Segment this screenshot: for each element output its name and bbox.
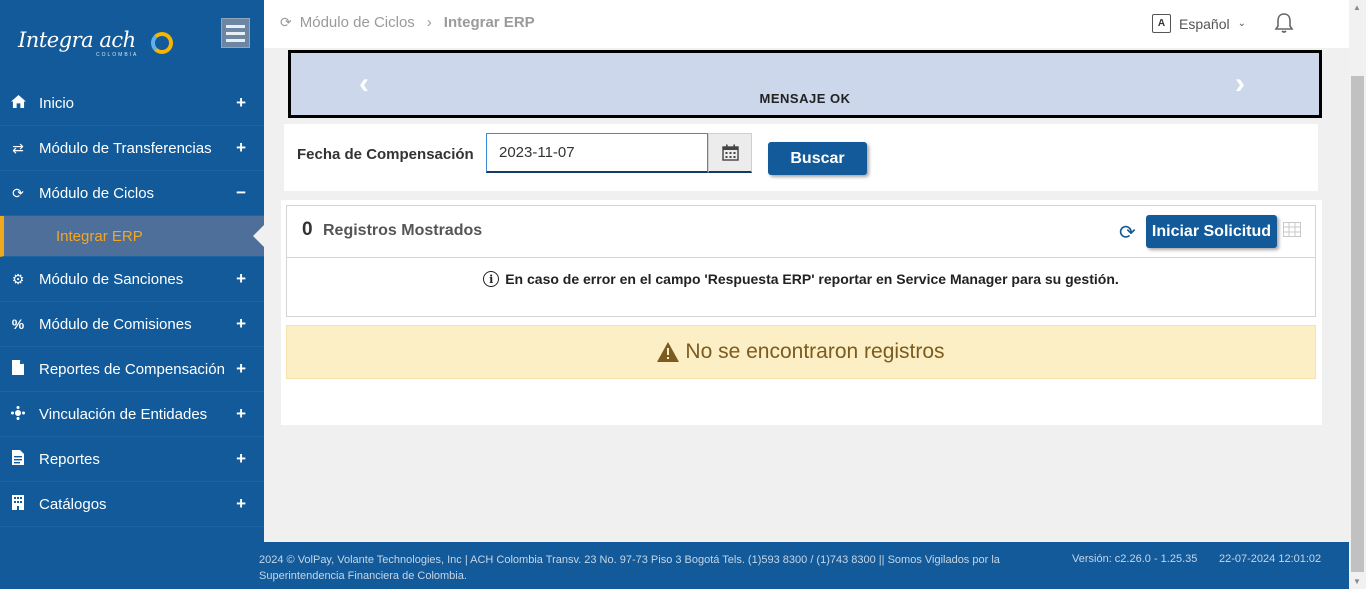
gear-icon: ⚙ — [11, 270, 25, 287]
sidebar-item-sanciones[interactable]: ⚙ Módulo de Sanciones + — [0, 257, 264, 302]
sidebar: Integra ach COLOMBIA Inicio + ⇄ Módulo d… — [0, 0, 264, 542]
carousel-next-icon[interactable]: › — [1235, 67, 1245, 101]
top-bar: ⟳ Módulo de Ciclos › Integrar ERP A Espa… — [264, 0, 1349, 48]
info-section: i En caso de error en el campo 'Respuest… — [286, 257, 1316, 317]
sidebar-item-ciclos[interactable]: ⟳ Módulo de Ciclos − — [0, 171, 264, 216]
sidebar-item-label: Vinculación de Entidades — [39, 405, 208, 423]
expand-icon: + — [236, 138, 246, 157]
records-count: 0 — [302, 219, 313, 240]
empty-results-text: No se encontraron registros — [685, 340, 945, 363]
translate-icon: A — [1152, 14, 1171, 33]
sync-icon[interactable]: ⟳ — [1119, 220, 1136, 245]
chevron-right-icon: › — [426, 14, 432, 31]
chevron-down-icon: ⌄ — [1237, 18, 1246, 29]
sitemap-icon — [10, 405, 26, 423]
warning-icon — [657, 342, 680, 362]
expand-icon: + — [236, 314, 246, 333]
sidebar-item-reportes[interactable]: Reportes + — [0, 437, 264, 482]
report-icon — [10, 450, 26, 468]
sidebar-item-label: Reportes — [39, 450, 100, 468]
compensation-date-input[interactable] — [486, 133, 708, 173]
page-scrollbar[interactable]: ▲ ▼ — [1349, 0, 1366, 589]
results-header: 0 Registros Mostrados ⟳ Iniciar Solicitu… — [286, 205, 1316, 258]
percent-icon: % — [11, 316, 25, 332]
sidebar-item-label: Módulo de Transferencias — [39, 139, 212, 157]
message-carousel: ‹ MENSAJE OK › — [288, 50, 1322, 118]
brand-logo[interactable]: Integra ach COLOMBIA — [18, 28, 173, 62]
footer: 2024 © VolPay, Volante Technologies, Inc… — [0, 542, 1349, 589]
breadcrumb-current: Integrar ERP — [443, 14, 535, 31]
expand-icon: + — [236, 449, 246, 468]
footer-timestamp: 22-07-2024 12:01:02 — [1219, 553, 1322, 565]
logo-ring-icon — [151, 32, 173, 54]
expand-icon: + — [236, 93, 246, 112]
expand-icon: + — [236, 359, 246, 378]
breadcrumb-parent[interactable]: Módulo de Ciclos — [300, 14, 415, 31]
sidebar-item-label: Inicio — [39, 94, 75, 112]
expand-icon: + — [236, 269, 246, 288]
exchange-icon: ⇄ — [12, 139, 24, 156]
sidebar-item-label: Módulo de Ciclos — [39, 184, 155, 202]
sidebar-item-label: Módulo de Sanciones — [39, 270, 184, 288]
footer-copyright: 2024 © VolPay, Volante Technologies, Inc… — [259, 554, 1000, 582]
scroll-down-icon[interactable]: ▼ — [1353, 577, 1361, 586]
language-label: Español — [1179, 15, 1230, 32]
bell-icon[interactable] — [1274, 12, 1296, 36]
hamburger-icon-bar — [226, 38, 245, 42]
records-count-label: Registros Mostrados — [323, 222, 483, 239]
search-panel: Fecha de Compensación Buscar — [284, 124, 1318, 191]
footer-version: Versión: c2.26.0 - 1.25.35 — [1072, 553, 1198, 565]
sidebar-item-label: Módulo de Comisiones — [39, 315, 192, 333]
sidebar-item-vinculacion[interactable]: Vinculación de Entidades + — [0, 392, 264, 437]
breadcrumb: ⟳ Módulo de Ciclos › Integrar ERP — [280, 14, 535, 31]
start-request-button[interactable]: Iniciar Solicitud — [1146, 215, 1277, 248]
sidebar-menu: Inicio + ⇄ Módulo de Transferencias + ⟳ … — [0, 81, 264, 527]
results-panel: 0 Registros Mostrados ⟳ Iniciar Solicitu… — [281, 200, 1322, 425]
sidebar-item-label: Catálogos — [39, 495, 107, 513]
calendar-icon[interactable] — [708, 133, 752, 173]
hamburger-icon-bar — [226, 24, 245, 28]
refresh-icon: ⟳ — [12, 184, 24, 201]
file-icon — [10, 360, 26, 378]
collapse-icon: − — [236, 183, 246, 202]
menu-toggle-button[interactable] — [221, 18, 250, 48]
brand-name: Integra ach — [18, 28, 136, 52]
brand-sub: COLOMBIA — [96, 52, 139, 58]
sidebar-item-label: Reportes de Compensación — [39, 360, 225, 378]
empty-results-alert: No se encontraron registros — [286, 325, 1316, 379]
sidebar-item-comisiones[interactable]: % Módulo de Comisiones + — [0, 302, 264, 347]
table-view-icon[interactable] — [1283, 222, 1301, 237]
refresh-icon: ⟳ — [280, 14, 292, 30]
sidebar-subitem-integrar-erp[interactable]: Integrar ERP — [0, 216, 264, 257]
hamburger-icon-bar — [226, 31, 245, 35]
expand-icon: + — [236, 404, 246, 423]
info-message: i En caso de error en el campo 'Respuest… — [287, 271, 1315, 287]
info-icon: i — [483, 271, 500, 287]
scroll-up-icon[interactable]: ▲ — [1353, 3, 1361, 12]
home-icon — [10, 95, 26, 111]
info-text: En caso de error en el campo 'Respuesta … — [505, 271, 1119, 287]
banner-message: MENSAJE OK — [759, 91, 851, 106]
sidebar-item-inicio[interactable]: Inicio + — [0, 81, 264, 126]
sidebar-item-catalogos[interactable]: Catálogos + — [0, 482, 264, 527]
date-label: Fecha de Compensación — [297, 146, 474, 163]
expand-icon: + — [236, 494, 246, 513]
sidebar-item-label: Integrar ERP — [56, 227, 143, 245]
sidebar-item-transferencias[interactable]: ⇄ Módulo de Transferencias + — [0, 126, 264, 171]
sidebar-item-reportes-compensacion[interactable]: Reportes de Compensación + — [0, 347, 264, 392]
language-selector[interactable]: A Español ⌄ — [1152, 14, 1246, 33]
active-indicator-icon — [253, 225, 264, 247]
scroll-thumb[interactable] — [1351, 76, 1364, 572]
building-icon — [10, 495, 26, 513]
search-button[interactable]: Buscar — [768, 142, 867, 175]
